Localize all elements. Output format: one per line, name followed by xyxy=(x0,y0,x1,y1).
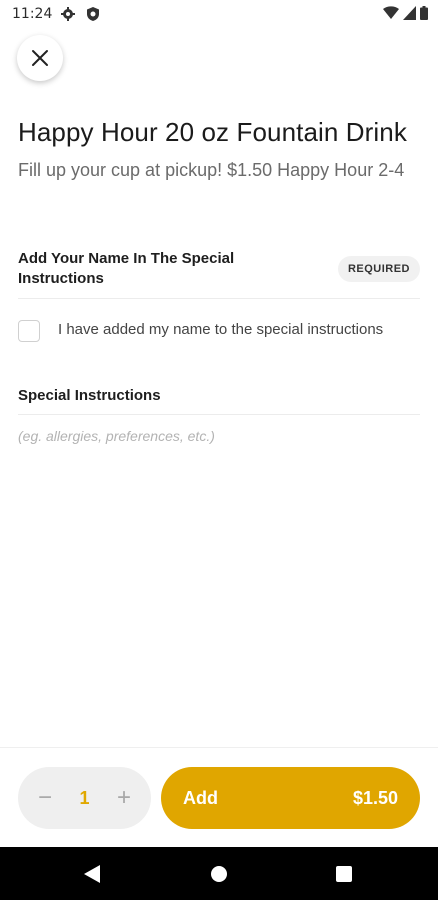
special-instructions-title: Special Instructions xyxy=(18,387,161,404)
required-badge: REQUIRED xyxy=(337,256,420,282)
divider xyxy=(18,298,420,299)
battery-icon xyxy=(420,6,428,20)
item-description: Fill up your cup at pickup! $1.50 Happy … xyxy=(18,160,405,180)
close-icon xyxy=(32,50,48,66)
checkbox-label[interactable]: I have added my name to the special inst… xyxy=(58,320,388,340)
recents-icon[interactable] xyxy=(336,866,352,882)
add-label: Add xyxy=(183,787,218,808)
quantity-stepper: − 1 + xyxy=(18,767,151,829)
item-title: Happy Hour 20 oz Fountain Drink xyxy=(18,117,407,147)
status-bar: 11:24 xyxy=(0,0,438,28)
back-icon[interactable] xyxy=(84,865,100,883)
settings-icon xyxy=(61,7,75,21)
status-time: 11:24 xyxy=(12,6,53,22)
home-icon[interactable] xyxy=(211,866,227,882)
signal-icon xyxy=(403,6,416,20)
increment-button[interactable]: + xyxy=(113,784,135,812)
close-button[interactable] xyxy=(17,35,63,81)
option-group-title: Add Your Name In The Special Instruction… xyxy=(18,250,235,287)
quantity-value: 1 xyxy=(79,787,90,808)
wifi-icon xyxy=(383,6,399,19)
name-added-checkbox[interactable] xyxy=(18,320,40,342)
price-label: $1.50 xyxy=(352,787,398,808)
decrement-button[interactable]: − xyxy=(34,784,56,812)
divider xyxy=(18,414,420,415)
special-instructions-input[interactable] xyxy=(18,424,420,448)
shield-icon xyxy=(87,7,99,21)
add-to-order-button[interactable]: Add $1.50 xyxy=(161,767,420,829)
